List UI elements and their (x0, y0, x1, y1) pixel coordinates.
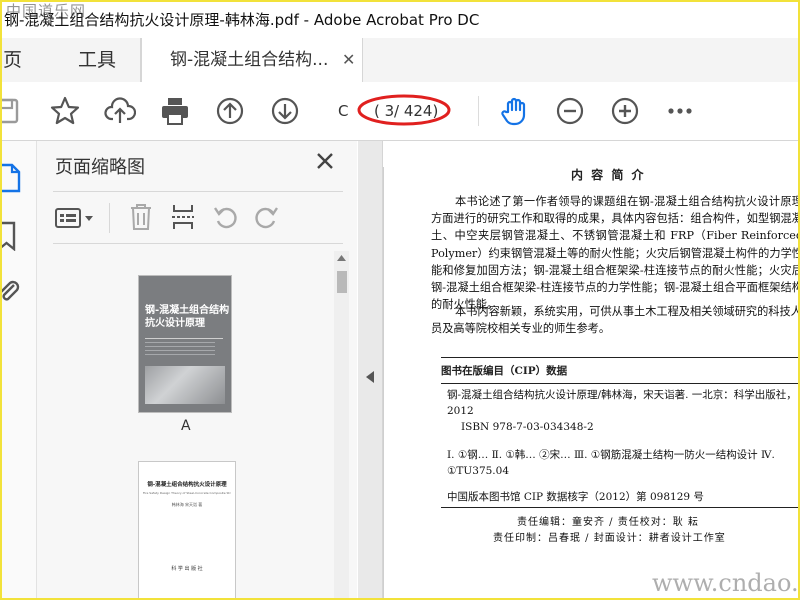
cip-core-data: 中国版本图书馆 CIP 数据核字（2012）第 098129 号 (447, 491, 704, 503)
star-icon[interactable] (49, 95, 81, 127)
cip-top-rule (441, 357, 798, 358)
panel-collapse-handle[interactable] (358, 141, 383, 598)
watermark-bottom-right: www.cndao.com (652, 569, 799, 597)
cip-mid-rule (441, 383, 798, 384)
tab-tools[interactable]: 工具 (54, 38, 141, 82)
cloud-upload-icon[interactable] (104, 95, 136, 127)
title-page-publisher: 科 学 出 版 社 (171, 566, 203, 572)
cip-bottom-rule (441, 507, 798, 508)
extract-page-icon[interactable] (171, 203, 195, 231)
more-icon[interactable] (664, 95, 696, 127)
red-annotation-ellipse (357, 94, 451, 126)
cip-title: 图书在版编目（CIP）数据 (441, 365, 568, 377)
doc-paragraph-2: 本书内容新颖，系统实用，可供从事土木工程及相关领域研究的科技人员及高等院校相关专… (431, 305, 798, 336)
zoom-out-icon[interactable] (554, 95, 586, 127)
collapse-arrow-icon[interactable] (366, 371, 374, 383)
bookmark-icon[interactable] (0, 221, 22, 251)
page-up-icon[interactable] (214, 95, 246, 127)
thumbnail-page-cover[interactable]: 钢-混凝土组合结构 抗火设计原理 (139, 276, 231, 412)
tab-document[interactable]: 钢-混凝土组合结构... ✕ (141, 38, 363, 83)
scrollbar-thumb[interactable] (337, 271, 347, 293)
title-page-heading: 钢-混凝土组合结构抗火设计原理 (147, 482, 227, 488)
rotate-clockwise-icon[interactable] (253, 203, 279, 231)
title-page-subtitle: Fire Safety Design Theory of Steel-Concr… (143, 491, 231, 495)
cover-text-lines (145, 342, 215, 358)
save-icon[interactable] (0, 95, 22, 127)
left-tool-strip (2, 141, 37, 598)
page-down-icon[interactable] (269, 95, 301, 127)
app-window: 钢-混凝土组合结构抗火设计原理-韩林海.pdf - Adobe Acrobat … (0, 0, 800, 600)
tab-home[interactable]: 主页 (2, 38, 50, 82)
page-navigation[interactable]: C ( 3 / 424) (328, 94, 451, 126)
page-edge (383, 167, 384, 598)
title-page-authors: 韩林海 宋天诣 著 (171, 502, 203, 507)
thumbnail-page-title[interactable]: 钢-混凝土组合结构抗火设计原理 Fire Safety Design Theor… (139, 462, 235, 598)
cip-classification: Ⅰ. ①钢… Ⅱ. ①韩… ②宋… Ⅲ. ①钢筋混凝土结构一防火一结构设计 Ⅳ.… (447, 449, 775, 477)
scroll-up-arrow-icon[interactable] (337, 255, 346, 261)
doc-heading: 内 容 简 介 (571, 168, 646, 182)
document-view[interactable]: 内 容 简 介 本书论述了第一作者领导的课题组在钢-混凝土组合结构抗火设计原理方… (383, 141, 798, 598)
editor-line-2: 责任印制：吕春珉 / 封面设计：耕者设计工作室 (493, 533, 726, 544)
cover-image (145, 366, 225, 404)
toolbar: C ( 3 / 424) (2, 82, 798, 141)
panel-title: 页面缩略图 (55, 157, 145, 178)
attachment-icon[interactable] (0, 277, 22, 307)
thumbnail-scrollbar[interactable] (334, 251, 349, 598)
cover-rule (145, 338, 223, 339)
cip-isbn: ISBN 978-7-03-034348-2 (461, 421, 594, 433)
cover-title-line-2: 抗火设计原理 (145, 318, 205, 329)
page-thumbnails-icon[interactable] (0, 163, 22, 193)
page-thumbnails-panel: 页面缩略图 钢-混凝土组合结构 抗火设计原理 A 钢-混凝土组合结构抗火设计原理… (37, 141, 357, 598)
panel-toolbar-divider (109, 203, 110, 233)
editor-line-1: 责任编辑：童安齐 / 责任校对：耿 耘 (517, 517, 699, 528)
watermark-top-left: 中国道乐网 (6, 2, 87, 20)
thumbnail-options-icon[interactable] (55, 207, 99, 231)
page-prefix: C (338, 102, 349, 120)
close-panel-icon[interactable] (315, 151, 335, 171)
tab-document-label: 钢-混凝土组合结构... (170, 50, 329, 70)
rotate-counterclockwise-icon[interactable] (213, 203, 239, 231)
cover-title-line-1: 钢-混凝土组合结构 (145, 305, 230, 316)
cip-entry: 钢-混凝土组合结构抗火设计原理/韩林海，宋天诣著. 一北京：科学出版社，2012 (447, 389, 797, 417)
title-bar: 钢-混凝土组合结构抗火设计原理-韩林海.pdf - Adobe Acrobat … (2, 2, 798, 38)
doc-paragraph-1: 本书论述了第一作者领导的课题组在钢-混凝土组合结构抗火设计原理方面进行的研究工作… (431, 195, 798, 312)
thumbnail-page-label: A (181, 418, 191, 434)
print-icon[interactable] (159, 95, 191, 127)
hand-tool-icon[interactable] (499, 95, 531, 127)
panel-divider (53, 191, 343, 192)
tab-bar: 主页 工具 钢-混凝土组合结构... ✕ (2, 38, 798, 83)
panel-divider-2 (53, 243, 343, 244)
zoom-in-icon[interactable] (609, 95, 641, 127)
close-tab-icon[interactable]: ✕ (342, 50, 355, 69)
toolbar-divider (478, 96, 479, 126)
delete-page-icon[interactable] (129, 203, 153, 231)
